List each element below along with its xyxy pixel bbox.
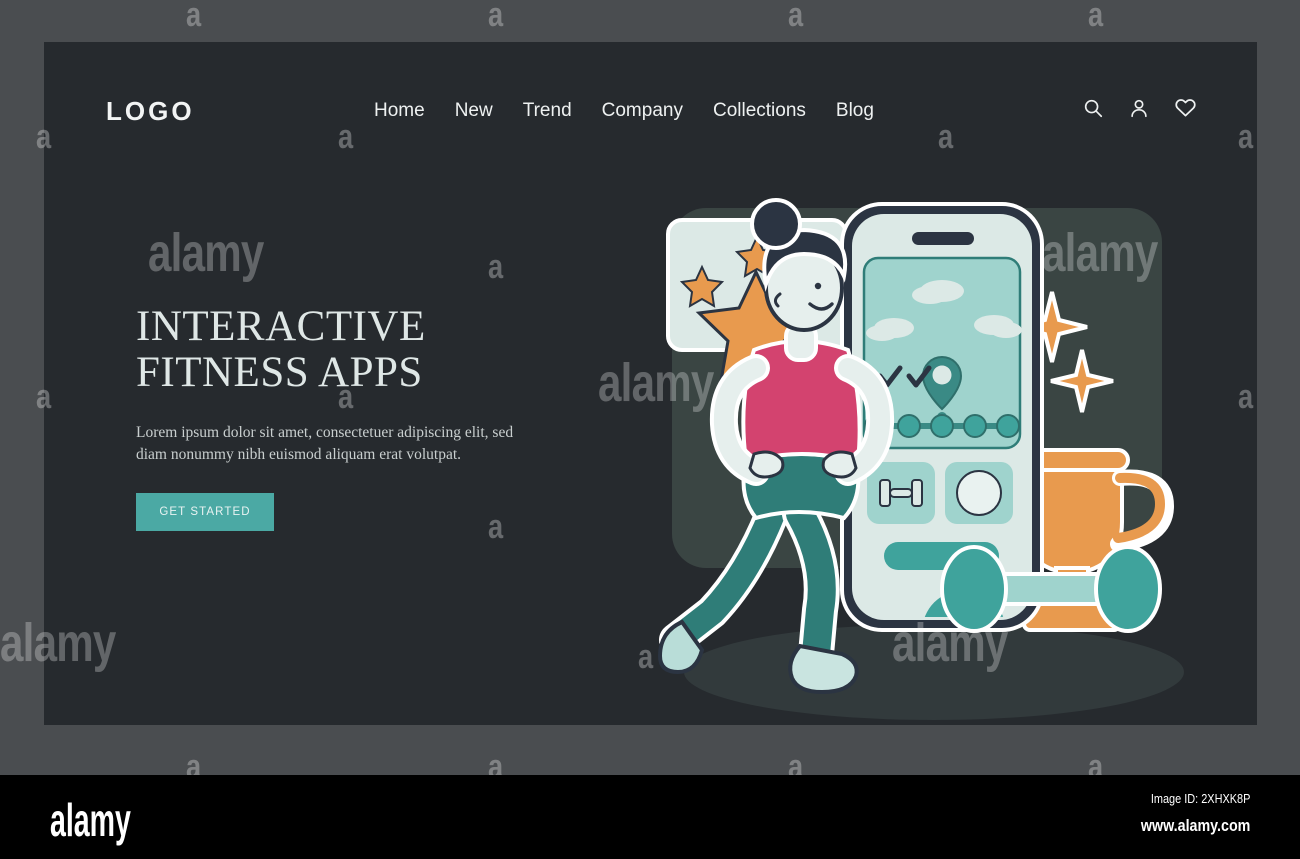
image-id-text: Image ID: 2XHXK8P bbox=[1150, 791, 1250, 806]
watermark-small: a bbox=[788, 0, 804, 34]
progress-dot bbox=[930, 414, 954, 438]
watermark-small: a bbox=[186, 0, 202, 34]
watermark-small: a bbox=[488, 0, 504, 34]
headline-line-2: FITNESS APPS bbox=[136, 349, 423, 396]
user-icon[interactable] bbox=[1128, 97, 1150, 119]
alamy-footer-bar: alamy Image ID: 2XHXK8P www.alamy.com bbox=[0, 775, 1300, 859]
alamy-logo: alamy bbox=[50, 794, 131, 846]
hero-copy-block: INTERACTIVE FITNESS APPS Lorem ipsum dol… bbox=[136, 303, 566, 531]
alamy-url-text: www.alamy.com bbox=[1140, 816, 1250, 835]
heart-icon[interactable] bbox=[1174, 96, 1197, 119]
header-icon-group bbox=[1082, 96, 1197, 119]
nav-item-trend[interactable]: Trend bbox=[523, 100, 572, 122]
nav-item-blog[interactable]: Blog bbox=[836, 100, 874, 122]
phone-speaker bbox=[912, 232, 974, 245]
search-icon[interactable] bbox=[1082, 97, 1104, 119]
screenshot-stage: LOGO Home New Trend Company Collections … bbox=[0, 0, 1300, 859]
hero-subcopy: Lorem ipsum dolor sit amet, consectetuer… bbox=[136, 424, 514, 464]
footer-meta: Image ID: 2XHXK8P www.alamy.com bbox=[1120, 791, 1250, 836]
progress-dot bbox=[963, 414, 987, 438]
headline-line-1: INTERACTIVE bbox=[136, 303, 426, 350]
hair-bun bbox=[750, 198, 802, 250]
page-title: INTERACTIVE FITNESS APPS bbox=[136, 303, 566, 396]
get-started-button[interactable]: GET STARTED bbox=[136, 492, 274, 531]
circle-icon bbox=[956, 470, 1002, 516]
progress-dot bbox=[996, 414, 1020, 438]
progress-dot bbox=[897, 414, 921, 438]
nav-item-new[interactable]: New bbox=[455, 100, 493, 122]
watermark-small: a bbox=[1088, 0, 1104, 34]
nav-item-collections[interactable]: Collections bbox=[713, 100, 806, 122]
hero-illustration bbox=[604, 162, 1244, 722]
landing-page: LOGO Home New Trend Company Collections … bbox=[44, 42, 1257, 725]
ground-shadow bbox=[684, 624, 1184, 720]
nav-item-home[interactable]: Home bbox=[374, 100, 425, 122]
main-navigation: Home New Trend Company Collections Blog bbox=[374, 100, 874, 122]
nav-item-company[interactable]: Company bbox=[602, 100, 683, 122]
site-logo[interactable]: LOGO bbox=[106, 96, 195, 127]
